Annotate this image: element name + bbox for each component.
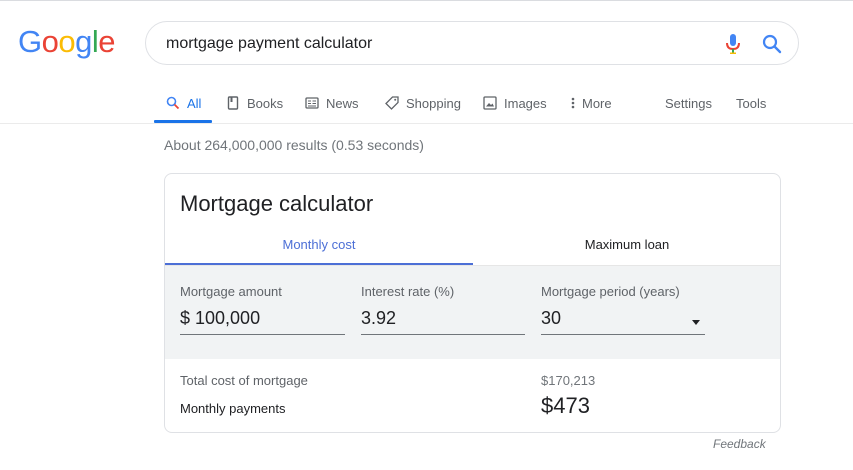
total-cost-value: $170,213 — [541, 373, 596, 388]
input-underline — [361, 334, 525, 335]
mortgage-calculator-card: Mortgage calculator Monthly cost Maximum… — [164, 173, 781, 433]
tab-tools[interactable]: Tools — [736, 92, 766, 114]
total-cost-label: Total cost of mortgage — [180, 373, 308, 388]
tab-label: All — [187, 95, 202, 111]
tab-label: Books — [247, 95, 284, 111]
more-vert-icon — [568, 95, 578, 111]
monthly-payments-value: $473 — [541, 393, 590, 418]
tab-all[interactable]: All — [165, 92, 201, 114]
search-input[interactable]: mortgage payment calculator — [166, 34, 372, 54]
search-tabs: All Books News Shopping Images More Sett… — [0, 80, 853, 124]
google-logo[interactable]: Google — [18, 24, 116, 60]
tab-images[interactable]: Images — [482, 92, 547, 114]
mortgage-amount-input[interactable]: $ 100,000 — [180, 308, 260, 329]
interest-rate-label: Interest rate (%) — [361, 284, 455, 299]
tab-books[interactable]: Books — [225, 92, 283, 114]
image-icon — [482, 95, 498, 111]
result-stats: About 264,000,000 results (0.53 seconds) — [164, 137, 424, 153]
search-box[interactable]: mortgage payment calculator — [145, 21, 799, 65]
logo-letter: g — [75, 24, 92, 59]
tab-label: News — [326, 95, 359, 111]
tab-more[interactable]: More — [568, 92, 612, 114]
tab-label: Shopping — [406, 95, 461, 111]
book-icon — [225, 95, 241, 111]
tabs-divider — [0, 123, 853, 124]
tab-label: Tools — [736, 95, 767, 111]
logo-letter: o — [58, 24, 76, 59]
tab-label: More — [582, 95, 612, 111]
top-border — [0, 0, 853, 1]
search-icon — [165, 95, 181, 111]
input-underline — [541, 334, 705, 335]
monthly-payments-label: Monthly payments — [180, 401, 286, 416]
tab-settings[interactable]: Settings — [665, 92, 712, 114]
tab-monthly-cost[interactable]: Monthly cost — [165, 230, 473, 266]
tab-maximum-loan[interactable]: Maximum loan — [473, 230, 780, 266]
mortgage-amount-label: Mortgage amount — [180, 284, 282, 299]
dropdown-arrow-icon[interactable] — [692, 320, 700, 325]
logo-letter: e — [98, 24, 116, 59]
tab-news[interactable]: News — [304, 92, 359, 114]
mortgage-period-label: Mortgage period (years) — [541, 284, 680, 299]
interest-rate-input[interactable]: 3.92 — [361, 308, 396, 329]
logo-letter: o — [41, 24, 59, 59]
newspaper-icon — [304, 95, 320, 111]
tag-icon — [384, 95, 400, 111]
calculator-active-tab-indicator — [165, 263, 473, 265]
calculator-inputs: Mortgage amount $ 100,000 Interest rate … — [165, 266, 780, 359]
logo-letter: G — [18, 24, 42, 59]
mortgage-period-select[interactable]: 30 — [541, 308, 561, 329]
tab-label: Images — [504, 95, 547, 111]
tab-shopping[interactable]: Shopping — [384, 92, 461, 114]
feedback-link[interactable]: Feedback — [713, 437, 766, 451]
input-underline — [180, 334, 345, 335]
microphone-icon[interactable] — [723, 33, 743, 55]
tab-label: Settings — [665, 95, 712, 111]
calculator-title: Mortgage calculator — [180, 191, 374, 216]
search-icon[interactable] — [761, 33, 783, 55]
